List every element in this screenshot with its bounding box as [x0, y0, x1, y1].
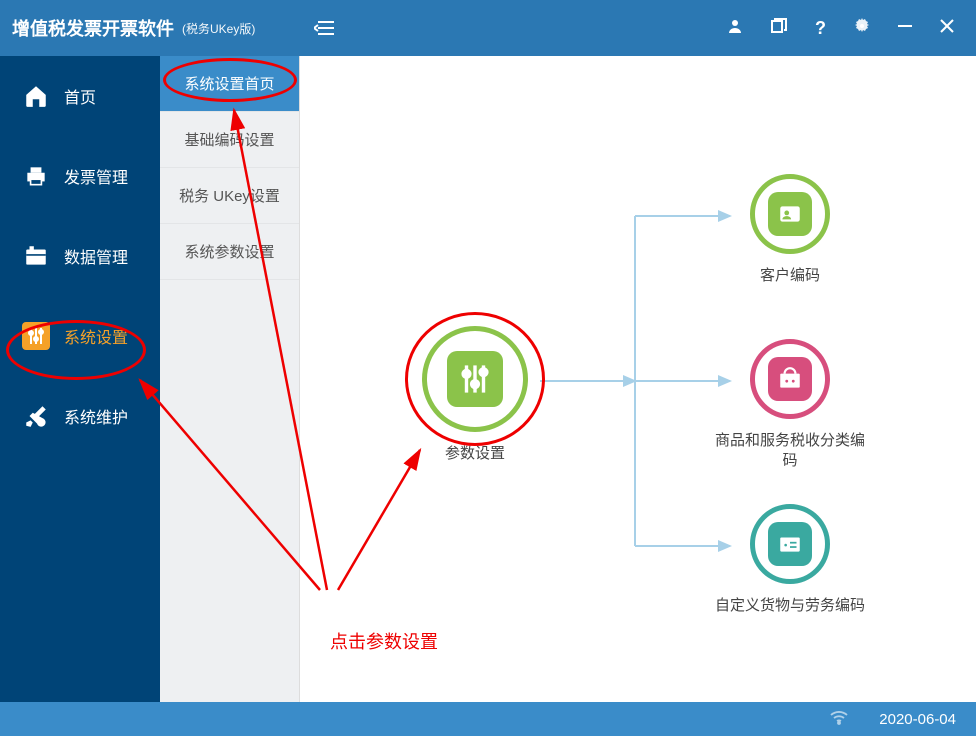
status-date: 2020-06-04 [879, 711, 956, 728]
sidebar-item-invoice[interactable]: 发票管理 [0, 136, 160, 216]
params-circle-icon [422, 326, 528, 432]
customer-icon [750, 174, 830, 254]
node-customer-code[interactable]: 客户编码 [715, 174, 865, 286]
menu-toggle-button[interactable] [310, 16, 338, 40]
sidebar-item-home[interactable]: 首页 [0, 56, 160, 136]
help-icon[interactable]: ? [815, 18, 826, 39]
content-area: 参数设置 客户编码 商品和服务税收分类编码 自定义货物与劳务编码 [300, 56, 976, 702]
sidebar-item-label: 系统设置 [64, 324, 128, 348]
sidebar-item-data[interactable]: 数据管理 [0, 216, 160, 296]
app-version: (税务UKey版) [182, 20, 255, 37]
node-goods-tax-code[interactable]: 商品和服务税收分类编码 [715, 339, 865, 472]
node-label: 自定义货物与劳务编码 [715, 596, 865, 616]
wifi-icon [829, 709, 849, 729]
sliders-icon [22, 322, 50, 350]
settings-icon[interactable] [854, 18, 870, 39]
submenu-item-ukey[interactable]: 税务 UKey设置 [160, 168, 299, 224]
app-title: 增值税发票开票软件 [12, 15, 174, 41]
user-icon[interactable] [727, 18, 743, 39]
statusbar: 2020-06-04 [0, 702, 976, 736]
node-label: 商品和服务税收分类编码 [715, 431, 865, 472]
printer-icon [22, 162, 50, 190]
node-custom-goods-code[interactable]: 自定义货物与劳务编码 [715, 504, 865, 616]
titlebar: 增值税发票开票软件 (税务UKey版) ? [0, 0, 976, 56]
node-label: 参数设置 [445, 444, 505, 464]
tools-icon [22, 402, 50, 430]
sidebar: 首页 发票管理 数据管理 系统设置 系统维护 [0, 56, 160, 702]
home-icon [22, 82, 50, 110]
submenu-item-settings-home[interactable]: 系统设置首页 [160, 56, 299, 112]
submenu: 系统设置首页 基础编码设置 税务 UKey设置 系统参数设置 [160, 56, 300, 702]
tab-icon[interactable] [771, 18, 787, 39]
sidebar-item-label: 系统维护 [64, 404, 128, 428]
goods-icon [750, 339, 830, 419]
sidebar-item-label: 数据管理 [64, 244, 128, 268]
custom-icon [750, 504, 830, 584]
sidebar-item-label: 发票管理 [64, 164, 128, 188]
minimize-button[interactable] [898, 19, 912, 38]
submenu-item-base-coding[interactable]: 基础编码设置 [160, 112, 299, 168]
sidebar-item-settings[interactable]: 系统设置 [0, 296, 160, 376]
data-icon [22, 242, 50, 270]
close-button[interactable] [940, 19, 954, 38]
sidebar-item-label: 首页 [64, 84, 96, 108]
node-label: 客户编码 [760, 266, 820, 286]
submenu-item-params[interactable]: 系统参数设置 [160, 224, 299, 280]
node-params[interactable]: 参数设置 [400, 326, 550, 464]
window-controls: ? [727, 18, 964, 39]
sidebar-item-maintenance[interactable]: 系统维护 [0, 376, 160, 456]
